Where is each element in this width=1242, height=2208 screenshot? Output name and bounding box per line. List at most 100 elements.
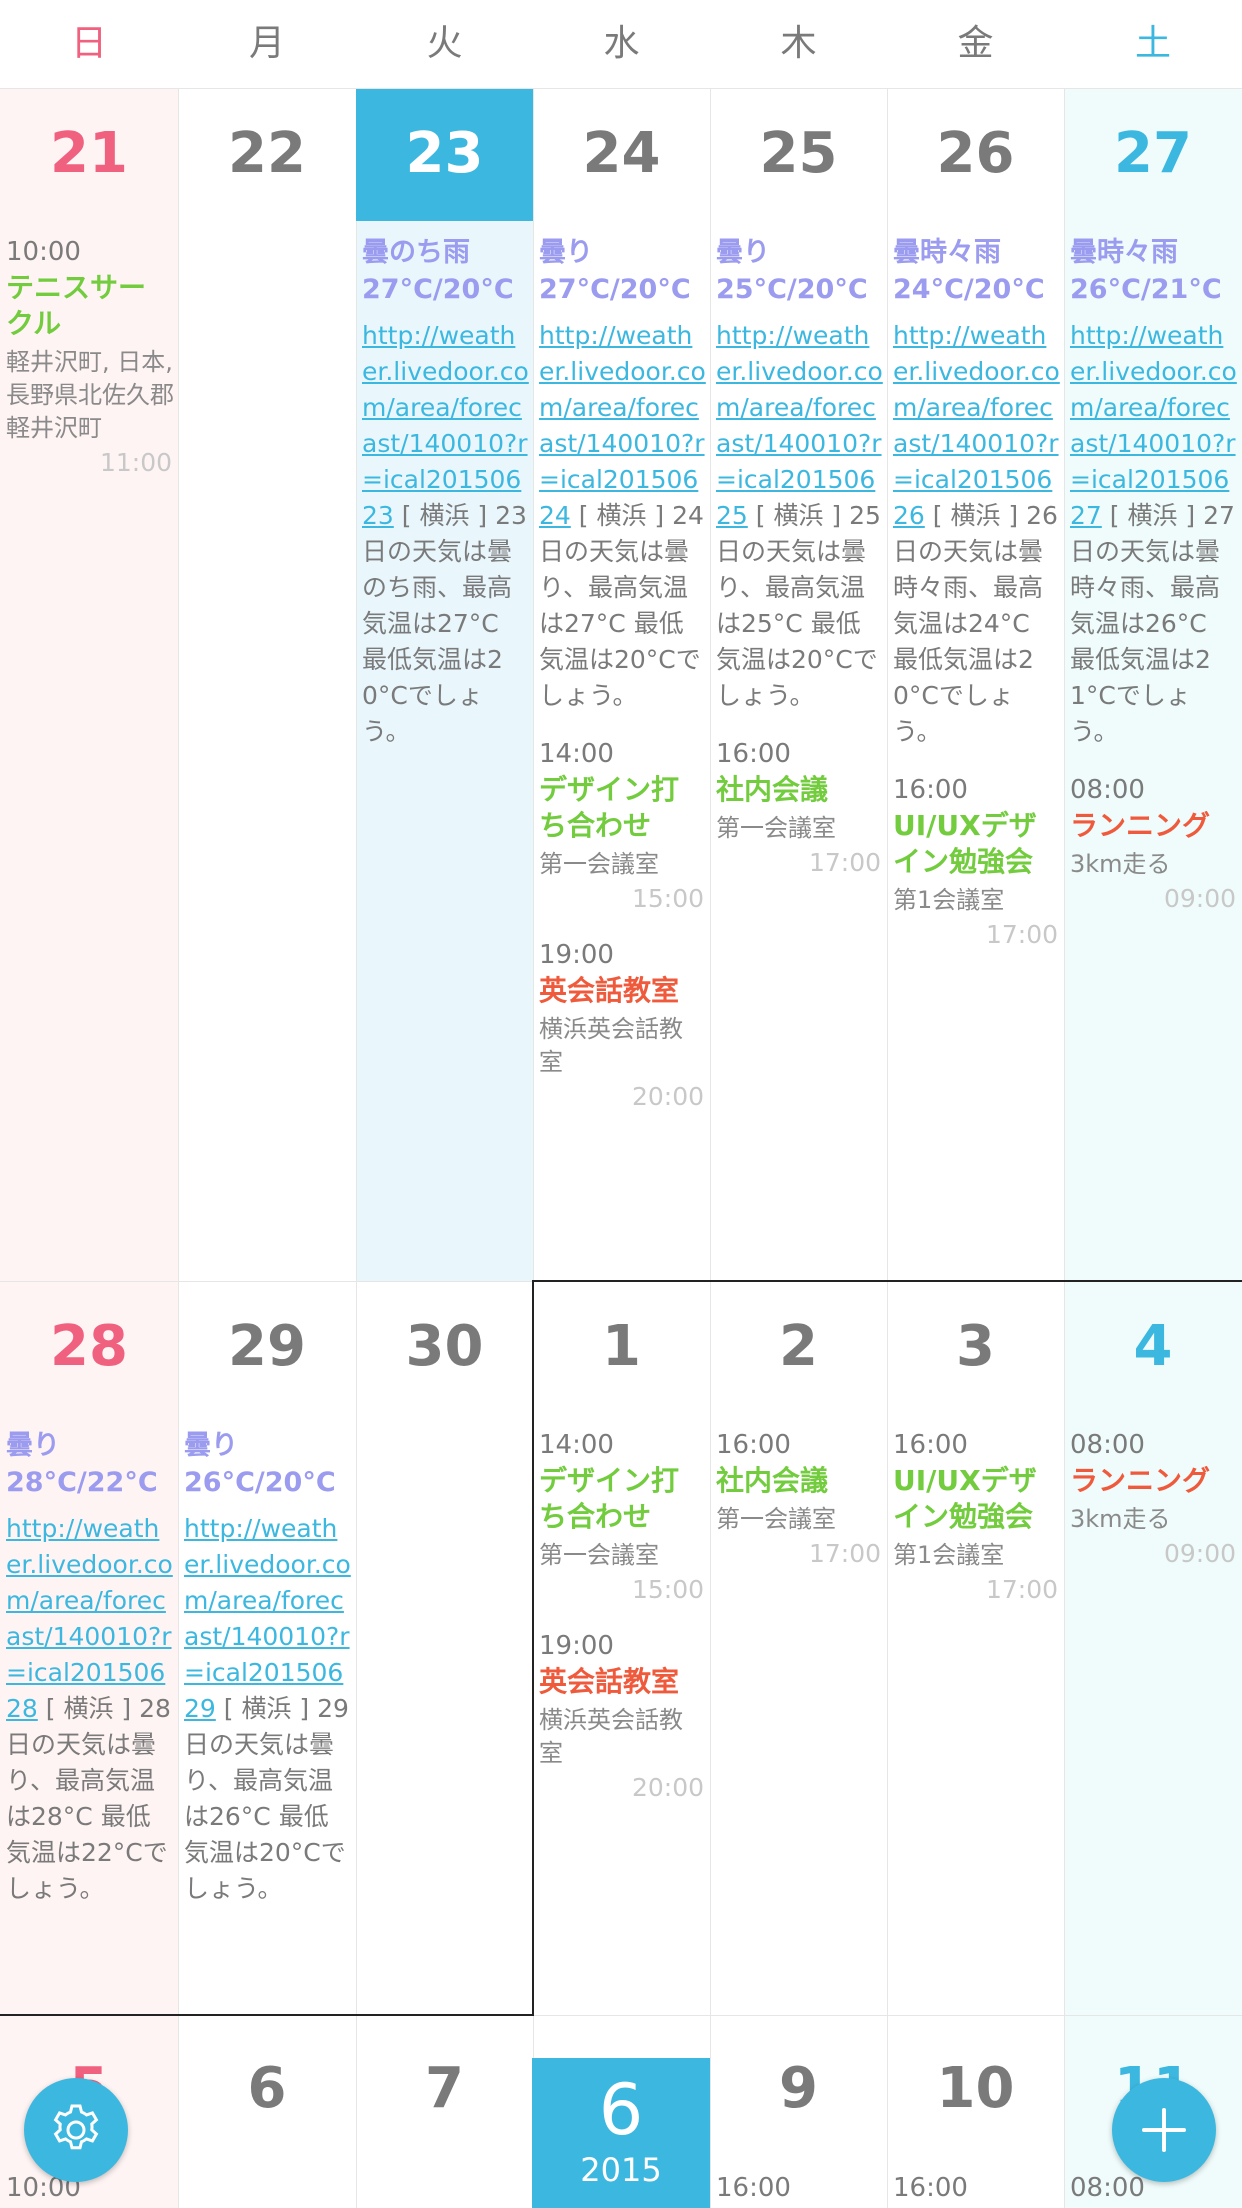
day-cell-22[interactable]: 22	[178, 89, 356, 1281]
day-cell-24[interactable]: 24 曇り 27°C/20°C http://weather.livedoor.…	[533, 89, 710, 1281]
weather-link[interactable]: http://weather.livedoor.com/area/forecas…	[716, 321, 883, 530]
weather-description: http://weather.livedoor.com/area/forecas…	[1070, 318, 1238, 750]
event-start-time: 16:00	[893, 1430, 968, 1460]
day-cell-21[interactable]: 21 10:00 テニスサークル 軽井沢町, 日本, 長野県北佐久郡軽井沢町 1…	[0, 89, 178, 1281]
weather-description: http://weather.livedoor.com/area/forecas…	[6, 1511, 174, 1907]
weather-text: [ 横浜 ] 23日の天気は曇のち雨、最高気温は27°C 最低気温は20°Cでし…	[362, 501, 527, 746]
event-item[interactable]: 16:00 UI/UXデザイン勉強会 第1会議室 17:00	[893, 1427, 1060, 1608]
event-end-time: 17:00	[808, 1539, 881, 1568]
weather-link[interactable]: http://weather.livedoor.com/area/forecas…	[362, 321, 529, 530]
event-location: 第一会議室	[716, 1505, 836, 1533]
event-item[interactable]: 16:00 社内会議 第一会議室 17:00	[716, 1427, 883, 1572]
event-title: 社内会議	[716, 1464, 829, 1497]
event-location: 第1会議室	[893, 1541, 1005, 1569]
weather-link[interactable]: http://weather.livedoor.com/area/forecas…	[893, 321, 1060, 530]
event-start-time: 16:00	[716, 2173, 791, 2203]
day-number: 28	[50, 1314, 128, 1379]
event-end-time: 20:00	[631, 1082, 704, 1111]
month-badge-year: 2015	[580, 2151, 662, 2189]
weather-title: 曇り 25°C/20°C	[716, 237, 868, 305]
weather-link[interactable]: http://weather.livedoor.com/area/forecas…	[6, 1514, 173, 1723]
event-start-time: 16:00	[716, 1430, 791, 1460]
day-number: 29	[228, 1314, 306, 1379]
weather-description: http://weather.livedoor.com/area/forecas…	[539, 318, 706, 714]
day-cell-7[interactable]: 7	[356, 2016, 533, 2208]
event-item[interactable]: 08:00 ランニング 3km走る 09:00	[1070, 772, 1238, 917]
event-title: 社内会議	[716, 773, 829, 806]
weather-title: 曇時々雨 26°C/21°C	[1070, 237, 1222, 305]
weather-title: 曇り 27°C/20°C	[539, 237, 691, 305]
weather-link[interactable]: http://weather.livedoor.com/area/forecas…	[184, 1514, 351, 1723]
event-end-time: 09:00	[1163, 1539, 1236, 1568]
weather-title: 曇のち雨 27°C/20°C	[362, 237, 514, 305]
event-start-time: 16:00	[716, 739, 791, 769]
event-end-time: 11:00	[99, 448, 172, 477]
day-cell-6[interactable]: 6	[178, 2016, 356, 2208]
day-cell-27[interactable]: 27 曇時々雨 26°C/21°C http://weather.livedoo…	[1064, 89, 1242, 1281]
event-item[interactable]: 14:00 デザイン打ち合わせ 第一会議室 15:00	[539, 736, 706, 917]
weather-link[interactable]: http://weather.livedoor.com/area/forecas…	[1070, 321, 1237, 530]
weather-link[interactable]: http://weather.livedoor.com/area/forecas…	[539, 321, 706, 530]
event-end-time: 15:00	[631, 884, 704, 913]
day-cell-10[interactable]: 10 16:00	[887, 2016, 1064, 2208]
day-cell-9[interactable]: 9 16:00	[710, 2016, 887, 2208]
event-start-time: 14:00	[539, 1430, 614, 1460]
event-location: 横浜英会話教室	[539, 1706, 683, 1767]
event-title: UI/UXデザイン勉強会	[893, 1464, 1037, 1533]
weekday-wed: 水	[603, 23, 640, 64]
day-number: 9	[779, 2056, 818, 2121]
day-cell-2[interactable]: 2 16:00 社内会議 第一会議室 17:00	[710, 1282, 887, 2015]
day-cell-3[interactable]: 3 16:00 UI/UXデザイン勉強会 第1会議室 17:00	[887, 1282, 1064, 2015]
event-item[interactable]: 19:00 英会話教室 横浜英会話教室 20:00	[539, 1628, 706, 1806]
event-item[interactable]: 19:00 英会話教室 横浜英会話教室 20:00	[539, 937, 706, 1115]
weekday-thu: 木	[780, 23, 817, 64]
add-event-button[interactable]	[1112, 2078, 1216, 2182]
event-title: 英会話教室	[539, 1665, 680, 1698]
weather-description: http://weather.livedoor.com/area/forecas…	[362, 318, 529, 750]
event-start-time: 08:00	[1070, 2173, 1145, 2203]
day-cell-4[interactable]: 4 08:00 ランニング 3km走る 09:00	[1064, 1282, 1242, 2015]
event-title: デザイン打ち合わせ	[539, 773, 680, 842]
weather-text: [ 横浜 ] 25日の天気は曇り、最高気温は25°C 最低気温は20°Cでしょう…	[716, 501, 881, 710]
month-badge-month: 6	[598, 2069, 644, 2151]
day-cell-25[interactable]: 25 曇り 25°C/20°C http://weather.livedoor.…	[710, 89, 887, 1281]
event-start-time: 19:00	[539, 940, 614, 970]
event-item[interactable]: 10:00 テニスサークル 軽井沢町, 日本, 長野県北佐久郡軽井沢町 11:0…	[6, 234, 174, 481]
event-item[interactable]: 08:00 ランニング 3km走る 09:00	[1070, 1427, 1238, 1572]
event-start-time: 08:00	[1070, 1430, 1145, 1460]
weekday-sat: 土	[1134, 23, 1171, 64]
day-cell-23-today[interactable]: 23 曇のち雨 27°C/20°C http://weather.livedoo…	[356, 89, 533, 1281]
weekday-tue: 火	[426, 23, 463, 64]
event-location: 軽井沢町, 日本, 長野県北佐久郡軽井沢町	[6, 348, 174, 442]
day-number: 1	[602, 1314, 641, 1379]
day-cell-26[interactable]: 26 曇時々雨 24°C/20°C http://weather.livedoo…	[887, 89, 1064, 1281]
weekday-header: 日 月 火 水 木 金 土	[0, 0, 1242, 89]
event-location: 第一会議室	[539, 850, 659, 878]
weather-title: 曇り 26°C/20°C	[184, 1430, 336, 1498]
event-item[interactable]: 16:00 社内会議 第一会議室 17:00	[716, 736, 883, 881]
weekday-sun: 日	[70, 23, 107, 64]
event-item[interactable]: 14:00 デザイン打ち合わせ 第一会議室 15:00	[539, 1427, 706, 1608]
settings-button[interactable]	[24, 2078, 128, 2182]
day-number: 23	[405, 121, 484, 186]
day-cell-30[interactable]: 30	[356, 1282, 533, 2015]
event-location: 第一会議室	[539, 1541, 659, 1569]
day-number: 4	[1133, 1314, 1173, 1379]
day-cell-28[interactable]: 28 曇り 28°C/22°C http://weather.livedoor.…	[0, 1282, 178, 2015]
event-title: ランニング	[1070, 809, 1211, 842]
event-location: 第一会議室	[716, 814, 836, 842]
day-cell-29[interactable]: 29 曇り 26°C/20°C http://weather.livedoor.…	[178, 1282, 356, 2015]
event-start-time: 16:00	[893, 2173, 968, 2203]
event-item[interactable]: 16:00 UI/UXデザイン勉強会 第1会議室 17:00	[893, 772, 1060, 953]
day-number: 26	[936, 121, 1015, 186]
event-location: 3km走る	[1070, 850, 1171, 878]
day-number: 21	[50, 121, 128, 186]
day-number: 27	[1114, 121, 1192, 186]
weather-text: [ 横浜 ] 27日の天気は曇時々雨、最高気温は26°C 最低気温は21°Cでし…	[1070, 501, 1235, 746]
event-start-time: 16:00	[893, 775, 968, 805]
event-start-time: 10:00	[6, 237, 81, 267]
event-title: テニスサークル	[6, 271, 147, 340]
weather-description: http://weather.livedoor.com/area/forecas…	[893, 318, 1060, 750]
day-cell-1[interactable]: 1 14:00 デザイン打ち合わせ 第一会議室 15:00 19:00 英会話教…	[533, 1282, 710, 2015]
event-title: 英会話教室	[539, 974, 680, 1007]
